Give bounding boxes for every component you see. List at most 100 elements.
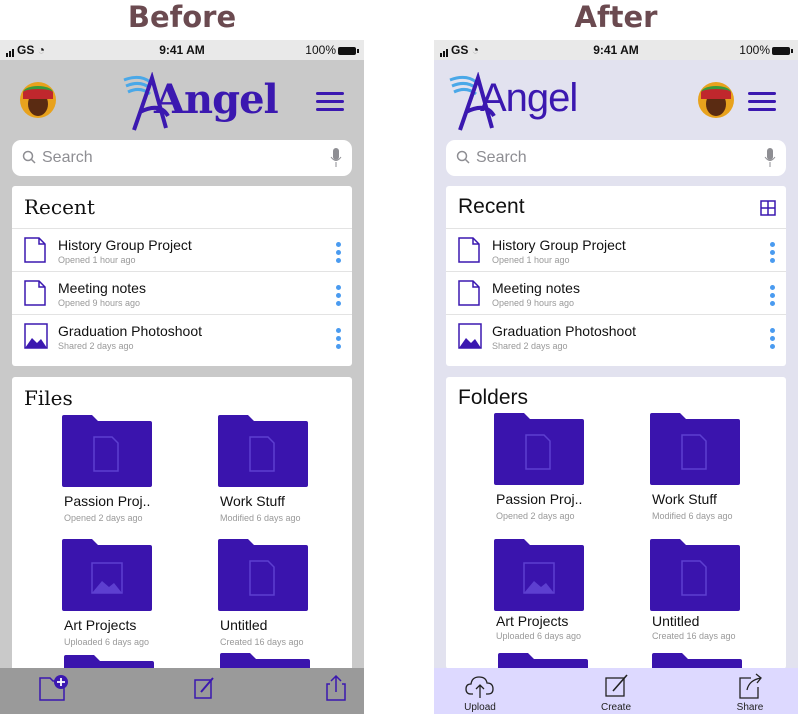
recent-row[interactable]: Graduation Photoshoot Shared 2 days ago: [12, 314, 352, 358]
share-button[interactable]: Share: [720, 672, 780, 714]
logo-text: Angel: [480, 76, 578, 120]
folders-card: Folders Passion Proj.. Opened 2 days ago…: [446, 377, 786, 669]
share-icon: [739, 673, 762, 699]
search-input[interactable]: Search: [42, 149, 93, 167]
avatar[interactable]: [698, 82, 734, 118]
recent-item-meta: Shared 2 days ago: [492, 341, 568, 351]
avatar[interactable]: [20, 82, 56, 118]
folder-name: Untitled: [652, 613, 700, 629]
more-options-icon[interactable]: [770, 285, 776, 309]
folder-meta: Modified 6 days ago: [220, 513, 301, 523]
folder-tile[interactable]: Work Stuff Modified 6 days ago: [218, 415, 358, 535]
folder-tile[interactable]: Passion Proj.. Opened 2 days ago: [62, 415, 202, 535]
folder-tile[interactable]: Passion Proj.. Opened 2 days ago: [494, 413, 634, 533]
folder-name: Art Projects: [64, 617, 137, 633]
battery-icon: [772, 46, 793, 55]
recent-row[interactable]: Graduation Photoshoot Shared 2 days ago: [446, 314, 786, 358]
recent-card: Recent History Group Project Opened 1 ho…: [12, 186, 352, 366]
folder-document-icon: [650, 539, 740, 611]
folder-meta: Created 16 days ago: [220, 637, 304, 647]
recent-item-meta: Opened 9 hours ago: [492, 298, 575, 308]
edit-icon: [194, 677, 214, 699]
document-icon: [458, 237, 480, 263]
folder-meta: Modified 6 days ago: [652, 511, 733, 521]
after-heading: After: [574, 0, 658, 34]
microphone-icon[interactable]: [764, 148, 776, 168]
recent-item-meta: Shared 2 days ago: [58, 341, 134, 351]
recent-item-meta: Opened 1 hour ago: [492, 255, 570, 265]
recent-item-name: Graduation Photoshoot: [492, 323, 636, 339]
share-label: Share: [736, 702, 764, 713]
files-title: Files: [24, 386, 73, 410]
after-phone-screen: GS ◔ 9:41 AM 100% Angel Search Recent Hi…: [434, 40, 798, 714]
more-options-icon[interactable]: [336, 242, 342, 266]
folder-partial-icon: [498, 653, 588, 669]
folder-tile[interactable]: Art Projects Uploaded 6 days ago: [494, 539, 634, 659]
recent-row[interactable]: Meeting notes Opened 9 hours ago: [446, 271, 786, 315]
search-bar[interactable]: Search: [446, 140, 786, 176]
edit-button[interactable]: [172, 672, 232, 714]
search-icon: [456, 150, 470, 164]
folder-meta: Uploaded 6 days ago: [496, 631, 582, 641]
folder-document-icon: [494, 413, 584, 485]
folder-meta: Opened 2 days ago: [64, 513, 143, 523]
folder-name: Passion Proj..: [496, 491, 583, 507]
create-button[interactable]: Create: [586, 672, 646, 714]
recent-item-name: History Group Project: [58, 237, 192, 253]
recent-item-meta: Opened 1 hour ago: [58, 255, 136, 265]
battery: 100%: [305, 43, 359, 57]
create-label: Create: [600, 702, 631, 713]
recent-title: Recent: [458, 195, 525, 218]
search-icon: [22, 150, 36, 164]
document-icon: [24, 237, 46, 263]
grid-view-icon[interactable]: [760, 200, 776, 216]
folder-name: Art Projects: [496, 613, 569, 629]
more-options-icon[interactable]: [336, 285, 342, 309]
folder-name: Passion Proj..: [64, 493, 151, 509]
folder-tile[interactable]: Untitled Created 16 days ago: [218, 539, 358, 659]
app-logo: Angel: [446, 70, 596, 131]
recent-row[interactable]: Meeting notes Opened 9 hours ago: [12, 271, 352, 315]
bottom-toolbar: [0, 668, 364, 714]
menu-icon[interactable]: [748, 92, 776, 112]
upload-label: Upload: [464, 702, 496, 713]
before-heading: Before: [127, 0, 237, 34]
document-icon: [458, 280, 480, 306]
upload-button[interactable]: Upload: [450, 672, 510, 714]
folder-tile[interactable]: Work Stuff Modified 6 days ago: [650, 413, 790, 533]
recent-item-name: Meeting notes: [492, 280, 580, 296]
status-bar: GS ◔ 9:41 AM 100%: [434, 40, 798, 60]
battery: 100%: [739, 43, 793, 57]
image-icon: [458, 323, 482, 349]
recent-item-name: Meeting notes: [58, 280, 146, 296]
folder-image-icon: [494, 539, 584, 611]
folder-meta: Opened 2 days ago: [496, 511, 575, 521]
search-bar[interactable]: Search: [12, 140, 352, 176]
folder-name: Work Stuff: [652, 491, 717, 507]
folder-document-icon: [218, 415, 308, 487]
recent-item-name: Graduation Photoshoot: [58, 323, 202, 339]
more-options-icon[interactable]: [336, 328, 342, 352]
recent-title: Recent: [24, 195, 95, 219]
microphone-icon[interactable]: [330, 148, 342, 168]
share-button[interactable]: [306, 672, 364, 714]
recent-row[interactable]: History Group Project Opened 1 hour ago: [12, 228, 352, 272]
folders-title: Folders: [458, 386, 529, 409]
folder-tile[interactable]: Art Projects Uploaded 6 days ago: [62, 539, 202, 659]
new-folder-icon: [39, 675, 68, 701]
more-options-icon[interactable]: [770, 242, 776, 266]
menu-icon[interactable]: [316, 92, 344, 112]
folder-name: Work Stuff: [220, 493, 285, 509]
folder-document-icon: [650, 413, 740, 485]
recent-item-name: History Group Project: [492, 237, 626, 253]
folder-tile[interactable]: Untitled Created 16 days ago: [650, 539, 790, 659]
status-bar: GS ◔ 9:41 AM 100%: [0, 40, 364, 60]
more-options-icon[interactable]: [770, 328, 776, 352]
image-icon: [24, 323, 48, 349]
search-input[interactable]: Search: [476, 149, 527, 167]
share-icon: [326, 674, 346, 701]
recent-row[interactable]: History Group Project Opened 1 hour ago: [446, 228, 786, 272]
app-logo: Angel: [120, 70, 279, 131]
folder-partial-icon: [652, 653, 742, 669]
new-folder-button[interactable]: [20, 672, 80, 714]
